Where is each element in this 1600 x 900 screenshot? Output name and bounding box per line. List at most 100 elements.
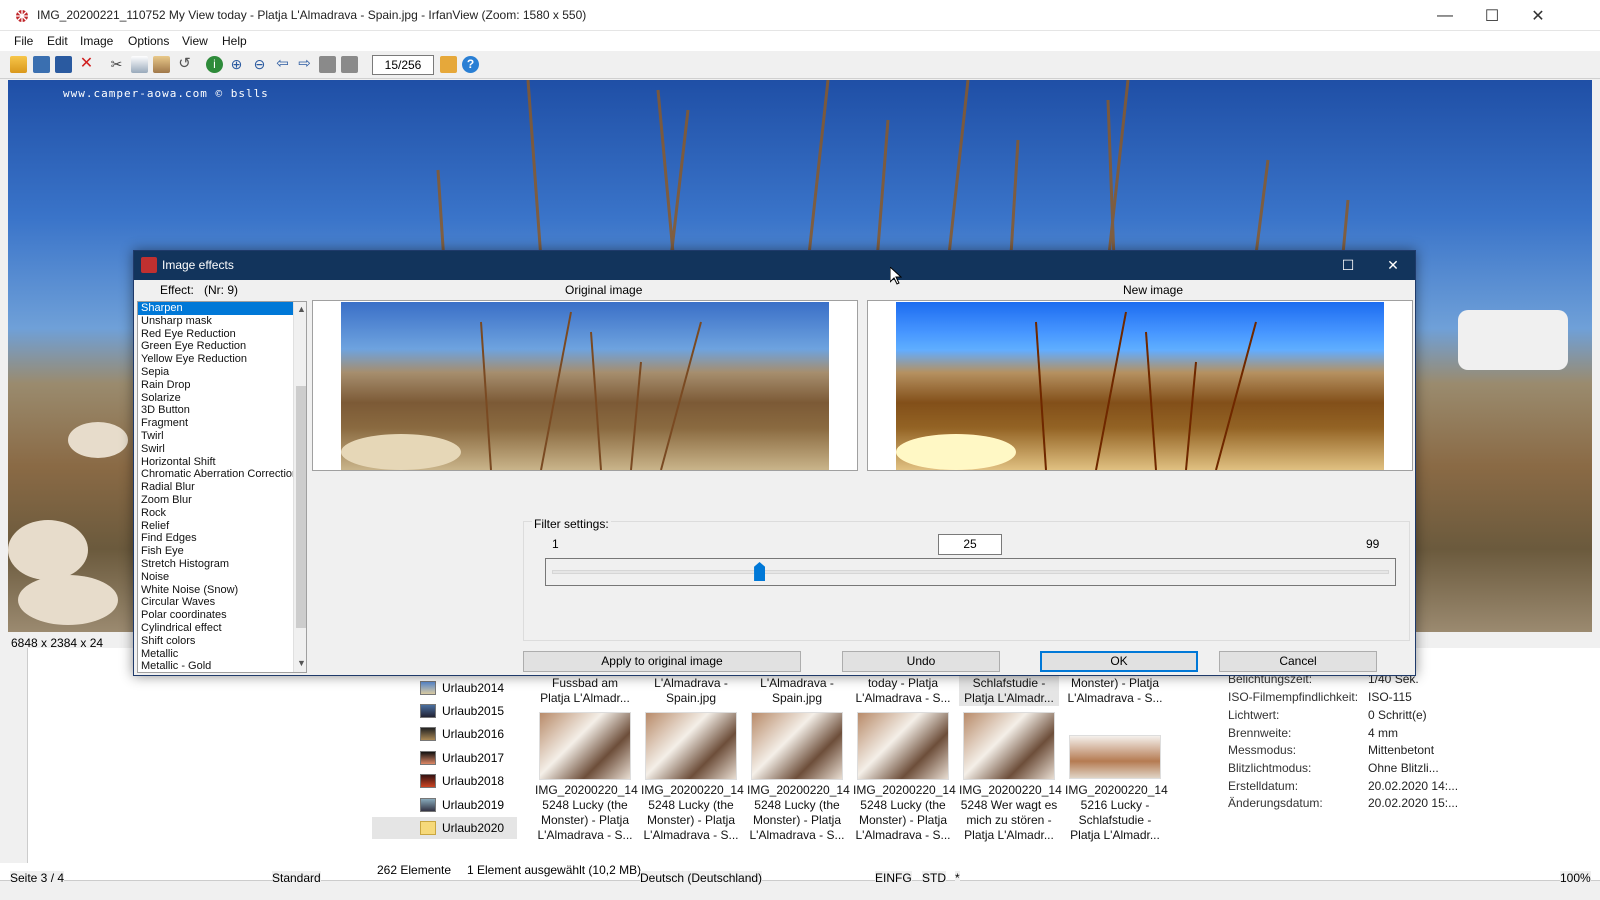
next-icon[interactable]: ⇨	[296, 56, 313, 73]
effect-item[interactable]: Circular Waves	[138, 596, 306, 609]
thumbnail-image[interactable]	[1069, 735, 1161, 779]
copy-icon[interactable]	[131, 56, 148, 73]
menu-options[interactable]: Options	[128, 34, 169, 48]
filter-slider[interactable]	[545, 558, 1396, 586]
scroll-thumb[interactable]	[296, 386, 306, 628]
dialog-title: Image effects	[162, 258, 234, 272]
effect-item[interactable]: Find Edges	[138, 532, 306, 545]
property-value: 20.02.2020 14:...	[1368, 779, 1459, 793]
effect-item[interactable]: Green Eye Reduction	[138, 340, 306, 353]
effect-list-scrollbar[interactable]: ▲ ▼	[293, 302, 306, 672]
maximize-button[interactable]: ☐	[1469, 0, 1515, 31]
effect-item[interactable]: Swirl	[138, 443, 306, 456]
effect-item[interactable]: Sepia	[138, 366, 306, 379]
thumbnail-image[interactable]	[539, 712, 631, 780]
ok-button[interactable]: OK	[1040, 651, 1198, 672]
effect-item[interactable]: White Noise (Snow)	[138, 584, 306, 597]
effect-item[interactable]: Relief	[138, 520, 306, 533]
folder-urlaub2020[interactable]: Urlaub2020	[372, 817, 517, 839]
thumb-caption: Monster) - Platja L'Almadrava - S...	[1067, 676, 1163, 705]
delete-icon[interactable]: ✕	[78, 56, 95, 73]
apply-to-original-button[interactable]: Apply to original image	[523, 651, 801, 672]
thumbnails-icon[interactable]	[33, 56, 50, 73]
property-row: Lichtwert: 0 Schritt(e)	[1228, 708, 1508, 726]
effect-item[interactable]: Twirl	[138, 430, 306, 443]
undo-button[interactable]: Undo	[842, 651, 1000, 672]
help-icon[interactable]: ?	[462, 56, 479, 73]
effect-item[interactable]: Metallic - Gold	[138, 660, 306, 672]
thumbnail-image[interactable]	[645, 712, 737, 780]
new-image-preview	[867, 300, 1413, 471]
cancel-button[interactable]: Cancel	[1219, 651, 1377, 672]
prev-icon[interactable]: ⇦	[274, 56, 291, 73]
menu-help[interactable]: Help	[222, 34, 247, 48]
effect-item[interactable]: Solarize	[138, 392, 306, 405]
effect-item[interactable]: Unsharp mask	[138, 315, 306, 328]
minimize-button[interactable]: —	[1422, 0, 1468, 31]
effect-number: (Nr: 9)	[204, 283, 238, 297]
zoom-out-icon[interactable]: ⊖	[251, 56, 268, 73]
effect-item[interactable]: Cylindrical effect	[138, 622, 306, 635]
thumb-caption: IMG_20200220_14 5248 Lucky (the Monster) -…	[747, 783, 850, 842]
slider-min-value: 1	[552, 537, 559, 551]
menu-file[interactable]: File	[14, 34, 33, 48]
menu-image[interactable]: Image	[80, 34, 113, 48]
effect-list[interactable]: Sharpen Unsharp mask Red Eye Reduction Gree…	[137, 301, 307, 673]
effect-item[interactable]: Stretch Histogram	[138, 558, 306, 571]
property-value[interactable]: Ohne Blitzli...	[1368, 761, 1439, 775]
effect-item[interactable]: Polar coordinates	[138, 609, 306, 622]
close-button[interactable]: ✕	[1515, 0, 1561, 31]
effect-item[interactable]: Rain Drop	[138, 379, 306, 392]
effect-item[interactable]: Sharpen	[138, 302, 306, 315]
first-icon[interactable]	[319, 56, 336, 73]
effect-item[interactable]: Shift colors	[138, 635, 306, 648]
folder-urlaub2019[interactable]: Urlaub2019	[420, 794, 504, 816]
folder-urlaub2018[interactable]: Urlaub2018	[420, 770, 504, 792]
thumb-caption: IMG_20200220_14 5248 Wer wagt es mich zu s…	[959, 783, 1062, 842]
folder-urlaub2017[interactable]: Urlaub2017	[420, 747, 504, 769]
effect-item[interactable]: Fragment	[138, 417, 306, 430]
effect-item[interactable]: Red Eye Reduction	[138, 328, 306, 341]
property-row: Erstelldatum: 20.02.2020 14:...	[1228, 779, 1508, 797]
ruler-strip	[0, 648, 28, 863]
effect-item[interactable]: Fish Eye	[138, 545, 306, 558]
thumb-caption: today - Platja L'Almadrava - S...	[855, 676, 951, 705]
property-row: Blitzlichtmodus: Ohne Blitzli...	[1228, 761, 1508, 779]
last-icon[interactable]	[341, 56, 358, 73]
thumbnail-image[interactable]	[963, 712, 1055, 780]
menu-edit[interactable]: Edit	[47, 34, 68, 48]
folder-urlaub2015[interactable]: Urlaub2015	[420, 700, 504, 722]
open-icon[interactable]	[10, 56, 27, 73]
scroll-down-icon[interactable]: ▼	[297, 658, 306, 668]
folder-urlaub2016[interactable]: Urlaub2016	[420, 723, 504, 745]
slider-thumb[interactable]	[754, 562, 766, 581]
thumbnail-image[interactable]	[751, 712, 843, 780]
thumbnail-image[interactable]	[857, 712, 949, 780]
paint-icon[interactable]	[440, 56, 457, 73]
folder-urlaub2014[interactable]: Urlaub2014	[420, 677, 504, 699]
property-value[interactable]: Mittenbetont	[1368, 743, 1434, 757]
effect-item[interactable]: Rock	[138, 507, 306, 520]
filter-value-input[interactable]: 25	[938, 534, 1002, 555]
save-icon[interactable]	[55, 56, 72, 73]
effect-item[interactable]: Chromatic Aberration Correction	[138, 468, 306, 481]
property-value: 4 mm	[1368, 726, 1398, 740]
effect-item[interactable]: Zoom Blur	[138, 494, 306, 507]
dialog-maximize-button[interactable]: ☐	[1325, 251, 1371, 280]
effect-item[interactable]: Noise	[138, 571, 306, 584]
slider-track	[552, 570, 1389, 574]
paste-icon[interactable]	[153, 56, 170, 73]
undo-icon[interactable]: ↺	[176, 56, 193, 73]
dialog-close-button[interactable]: ✕	[1370, 251, 1416, 280]
menu-view[interactable]: View	[182, 34, 208, 48]
property-value: ISO-115	[1368, 690, 1412, 704]
scroll-up-icon[interactable]: ▲	[297, 304, 306, 314]
effect-item[interactable]: Metallic	[138, 648, 306, 661]
zoom-in-icon[interactable]: ⊕	[228, 56, 245, 73]
effect-item[interactable]: 3D Button	[138, 404, 306, 417]
effect-item[interactable]: Radial Blur	[138, 481, 306, 494]
effect-item[interactable]: Horizontal Shift	[138, 456, 306, 469]
cut-icon[interactable]: ✂	[108, 56, 125, 73]
effect-item[interactable]: Yellow Eye Reduction	[138, 353, 306, 366]
info-icon[interactable]: i	[206, 56, 223, 73]
